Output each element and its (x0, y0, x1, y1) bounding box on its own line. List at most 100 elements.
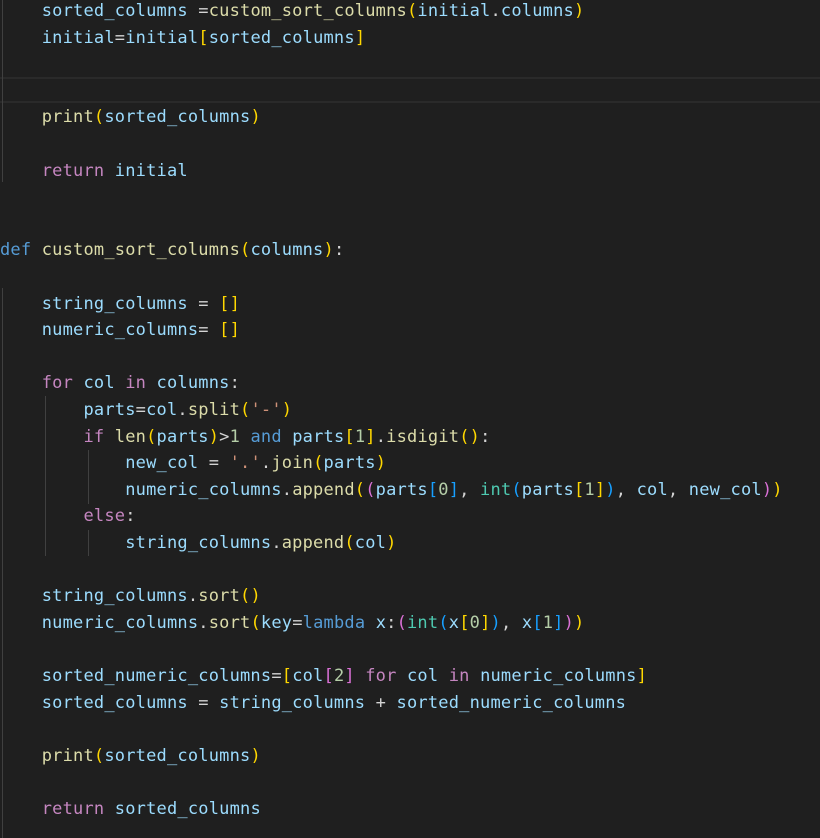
code-token: new_col (688, 479, 762, 500)
code-token: columns (500, 1, 574, 21)
code-token: ] (553, 612, 564, 633)
code-token: parts (292, 426, 345, 447)
code-token: parts (323, 453, 376, 474)
code-token: '.' (229, 453, 261, 474)
code-token: [ (532, 612, 543, 633)
code-token: col (146, 400, 178, 420)
code-line[interactable]: initial=initial[sorted_columns] (0, 25, 365, 51)
code-token: parts (521, 479, 574, 500)
code-token: = (198, 692, 220, 713)
code-token: return (0, 160, 105, 181)
code-line[interactable]: return initial (0, 158, 188, 184)
code-token: , (500, 612, 522, 633)
code-token: 0 (438, 479, 449, 500)
code-token: ( (93, 107, 105, 128)
code-token: , (615, 479, 637, 500)
code-line[interactable]: parts=col.split('-') (0, 397, 292, 423)
code-token: = (208, 453, 230, 474)
code-line[interactable]: string_columns.sort() (0, 583, 261, 609)
code-token: sorted_columns (104, 107, 251, 128)
code-token: isdigit (386, 426, 460, 447)
code-token: x (375, 612, 387, 633)
code-token: [ (281, 666, 293, 686)
code-token: col (407, 666, 439, 686)
code-token: initial (114, 160, 188, 181)
code-token: ) (250, 107, 261, 128)
code-line[interactable]: numeric_columns.append((parts[0], int(pa… (0, 477, 783, 503)
current-line-highlight (0, 77, 820, 103)
code-token: ( (240, 400, 251, 420)
code-token: string_columns (0, 293, 199, 314)
code-token: ( (438, 612, 449, 633)
code-token: numeric_columns (480, 666, 637, 686)
code-token: . (375, 426, 387, 447)
code-line[interactable]: def custom_sort_columns(columns): (0, 237, 344, 263)
code-token: ) (772, 479, 783, 500)
code-line[interactable]: new_col = '.'.join(parts) (0, 450, 386, 476)
code-line[interactable]: if len(parts)>1 and parts[1].isdigit(): (0, 424, 491, 450)
code-line[interactable]: numeric_columns.sort(key=lambda x:(int(x… (0, 610, 584, 636)
code-token: return (0, 799, 105, 819)
code-token: numeric_columns (0, 479, 282, 500)
code-editor[interactable]: sorted_columns =custom_sort_columns(init… (0, 0, 820, 838)
code-token: ( (511, 479, 522, 500)
code-token: + (375, 692, 397, 713)
code-token: ( (354, 479, 366, 500)
code-token: . (490, 1, 501, 21)
code-token: parts (375, 479, 428, 500)
code-token: : (229, 373, 241, 394)
code-line[interactable]: numeric_columns= [] (0, 317, 240, 343)
code-line[interactable]: string_columns = [] (0, 291, 240, 317)
code-token: [ (323, 666, 334, 686)
code-token: sorted_columns (0, 1, 199, 21)
code-line[interactable]: sorted_numeric_columns=[col[2] for col i… (0, 663, 647, 689)
code-token: parts (156, 426, 209, 447)
code-token: [] (219, 320, 241, 341)
code-token: 1 (542, 612, 554, 633)
code-token: and (250, 426, 282, 447)
code-token: string_columns (0, 533, 272, 553)
code-token: columns (250, 240, 324, 261)
code-token: initial (417, 1, 491, 21)
code-token: . (187, 586, 199, 607)
code-token: [ (573, 479, 585, 500)
code-token: = (198, 293, 220, 314)
code-line[interactable]: string_columns.append(col) (0, 530, 397, 556)
code-line[interactable]: sorted_columns =custom_sort_columns(init… (0, 0, 584, 24)
code-token: ) (386, 533, 397, 553)
code-token: : (480, 426, 491, 447)
code-token: . (177, 400, 188, 420)
code-token: ( (250, 612, 261, 633)
code-line[interactable]: for col in columns: (0, 370, 240, 396)
code-line[interactable]: return sorted_columns (0, 796, 261, 822)
code-token: len (114, 426, 147, 447)
code-token: ) (250, 745, 261, 766)
code-token: = (198, 1, 209, 21)
code-token: ) (761, 479, 773, 500)
code-line[interactable]: sorted_columns = string_columns + sorted… (0, 690, 626, 716)
code-token: [ (459, 612, 470, 633)
code-line[interactable]: print(sorted_columns) (0, 743, 261, 769)
code-token: ( (396, 612, 407, 633)
code-token: [ (427, 479, 439, 500)
code-token: sort (208, 612, 251, 633)
code-token: 1 (229, 426, 241, 447)
code-token: ] (480, 612, 491, 633)
code-token: columns (156, 373, 230, 394)
code-line[interactable]: else: (0, 503, 136, 529)
code-token: numeric_columns (0, 612, 199, 633)
code-token: ( (313, 453, 324, 474)
code-token: 2 (333, 666, 345, 686)
code-token: = (198, 320, 220, 341)
code-token: : (125, 506, 136, 527)
code-line[interactable]: print(sorted_columns) (0, 104, 261, 130)
code-token: x (448, 612, 460, 633)
code-token: , (459, 479, 481, 500)
